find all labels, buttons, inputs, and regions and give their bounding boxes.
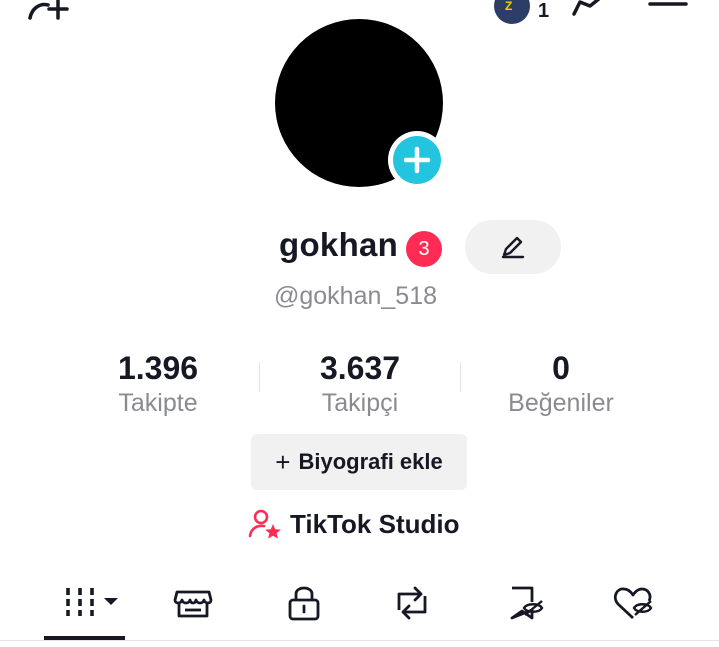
tab-private[interactable] [281, 580, 327, 626]
following-stat[interactable]: 1.396 Takipte [58, 350, 258, 418]
followers-label: Takipçi [321, 389, 399, 417]
tab-liked[interactable] [610, 580, 656, 626]
display-name: gokhan [279, 226, 399, 263]
avatar-letter: Z [505, 0, 513, 13]
likes-label: Beğeniler [508, 389, 614, 417]
following-label: Takipte [118, 389, 198, 417]
tab-reposts[interactable] [389, 580, 435, 626]
tab-shop[interactable] [170, 580, 216, 626]
add-friend-icon[interactable] [24, 0, 80, 26]
followers-count: 3.637 [319, 350, 401, 386]
username: @gokhan_518 [274, 282, 438, 310]
heart-hidden-icon [614, 587, 653, 620]
pencil-icon [501, 236, 525, 259]
menu-icon[interactable] [648, 0, 688, 12]
tiktok-studio-label: TikTok Studio [290, 508, 460, 539]
edit-profile-button[interactable] [465, 220, 561, 274]
tabs-divider [0, 640, 719, 641]
grid-icon [66, 588, 118, 616]
account-notification-count: 1 [538, 0, 550, 22]
followers-stat[interactable]: 3.637 Takipçi [260, 350, 460, 418]
share-icon[interactable] [570, 0, 616, 18]
bookmark-hidden-icon [510, 586, 544, 620]
tiktok-studio-link[interactable]: TikTok Studio [248, 506, 459, 542]
add-bio-button[interactable]: + Biyografi ekle [251, 434, 467, 490]
add-avatar-button[interactable] [388, 131, 446, 189]
notification-badge[interactable]: 3 [406, 231, 442, 267]
account-switch-avatar[interactable]: Z [494, 0, 530, 24]
following-count: 1.396 [117, 350, 199, 386]
likes-stat[interactable]: 0 Beğeniler [461, 350, 661, 418]
plus-icon [403, 146, 431, 174]
lock-icon [288, 586, 320, 621]
creator-star-icon [248, 509, 281, 539]
tab-favorites[interactable] [502, 580, 548, 626]
plus-icon: + [275, 446, 291, 477]
add-bio-label: Biyografi ekle [298, 449, 443, 474]
likes-count: 0 [552, 350, 570, 386]
shop-icon [173, 590, 213, 618]
tab-videos-grid[interactable] [62, 580, 118, 626]
repost-icon [397, 586, 427, 620]
